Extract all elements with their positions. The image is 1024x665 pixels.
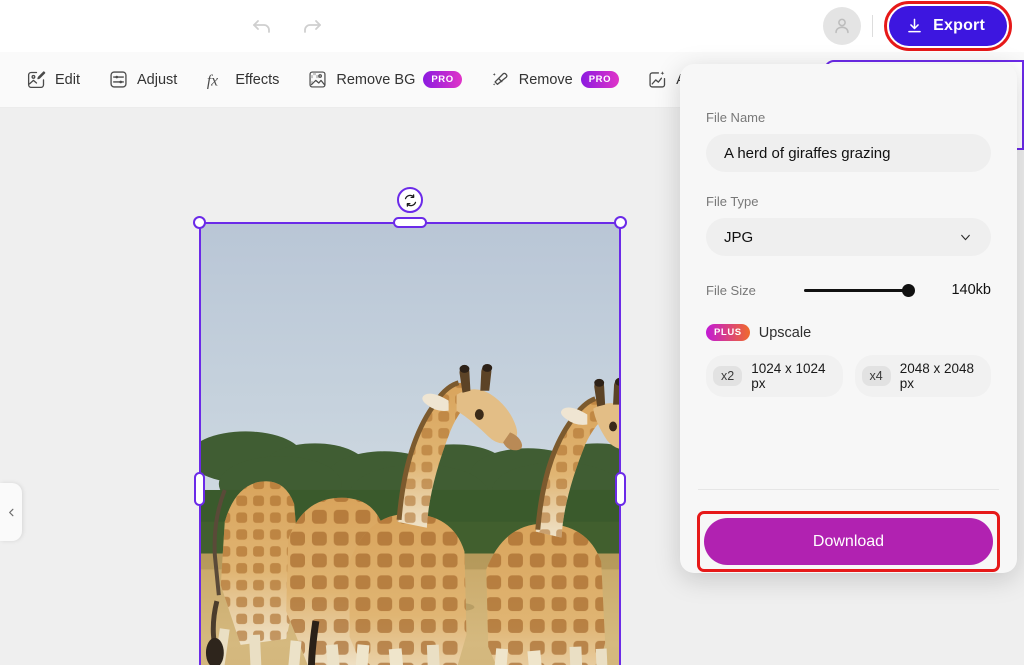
- upscale-label: Upscale: [758, 324, 812, 341]
- tool-remove-bg-label: Remove BG: [336, 71, 416, 88]
- tool-remove-bg[interactable]: Remove BG PRO: [297, 62, 471, 97]
- slider-thumb[interactable]: [902, 283, 915, 297]
- fx-icon: fx: [207, 72, 218, 89]
- file-name-label: File Name: [706, 110, 766, 125]
- pro-badge-remove-bg: PRO: [423, 71, 462, 88]
- file-name-input[interactable]: [706, 134, 991, 172]
- enhance-icon: [649, 71, 666, 88]
- pro-badge-remove: PRO: [580, 71, 620, 88]
- file-type-select[interactable]: JPG: [706, 218, 991, 256]
- magic-eraser-icon: [492, 72, 508, 86]
- tool-adjust-label: Adjust: [137, 71, 178, 88]
- scale-dimensions-x4: 2048 x 2048 px: [899, 361, 975, 391]
- divider: [872, 15, 874, 37]
- edit-image-icon: [27, 71, 46, 89]
- slider-track: [804, 289, 909, 292]
- file-type-value: JPG: [724, 228, 754, 246]
- chevron-left-icon: [8, 508, 13, 516]
- collapse-left-panel-button[interactable]: [0, 483, 22, 541]
- upscale-row: PLUS Upscale: [706, 324, 991, 341]
- export-popover: File Name File Type JPG File Size 140kb: [680, 64, 1017, 573]
- chevron-down-icon: [961, 234, 970, 241]
- resize-handle-right[interactable]: [615, 471, 626, 506]
- resize-handle-top[interactable]: [393, 217, 427, 228]
- popover-divider: [698, 489, 999, 490]
- redo-button[interactable]: [298, 12, 326, 40]
- plus-badge: PLUS: [706, 324, 750, 341]
- scale-options: x2 1024 x 1024 px x4 2048 x 2048 px: [706, 355, 991, 397]
- resize-handle-top-right[interactable]: [614, 216, 627, 229]
- image-editor-app: Export Edit Adjust fx Effects Remove BG …: [0, 0, 1024, 665]
- remove-bg-icon: [309, 71, 326, 88]
- tool-effects[interactable]: fx Effects: [195, 62, 289, 98]
- tool-edit[interactable]: Edit: [16, 62, 90, 97]
- avatar[interactable]: [823, 7, 862, 45]
- tool-edit-label: Edit: [55, 71, 80, 88]
- tool-remove[interactable]: Remove PRO: [480, 62, 629, 97]
- sliders-icon: [110, 71, 127, 88]
- file-size-value: 140kb: [951, 282, 991, 298]
- top-bar-right: Export: [823, 0, 1012, 52]
- scale-factor-x2: x2: [713, 366, 743, 386]
- giraffe-photo: [201, 224, 619, 665]
- export-button-label: Export: [933, 17, 985, 34]
- scale-dimensions-x2: 1024 x 1024 px: [751, 361, 826, 391]
- undo-icon: [253, 20, 270, 33]
- download-icon: [908, 18, 921, 32]
- file-size-row: File Size 140kb: [706, 282, 991, 298]
- file-type-label: File Type: [706, 194, 759, 209]
- resize-handle-top-left[interactable]: [193, 216, 206, 229]
- svg-text:fx: fx: [207, 72, 218, 89]
- resize-handle-left[interactable]: [194, 471, 205, 506]
- scale-option-x2[interactable]: x2 1024 x 1024 px: [706, 355, 843, 397]
- export-button[interactable]: Export: [889, 6, 1007, 46]
- tool-effects-label: Effects: [235, 71, 280, 88]
- tool-remove-label: Remove: [518, 71, 573, 88]
- scale-factor-x4: x4: [861, 366, 891, 386]
- image-selection-frame[interactable]: [193, 187, 627, 665]
- download-highlight: [697, 511, 1000, 572]
- tool-adjust[interactable]: Adjust: [98, 62, 187, 97]
- history-controls: [248, 12, 326, 40]
- file-size-label: File Size: [706, 282, 756, 298]
- undo-button[interactable]: [248, 12, 276, 40]
- canvas-image[interactable]: [201, 224, 619, 665]
- redo-icon: [304, 20, 321, 33]
- rotate-handle[interactable]: [397, 187, 423, 213]
- top-bar: Export: [0, 0, 1024, 52]
- user-icon: [835, 18, 849, 34]
- export-highlight: Export: [884, 1, 1012, 51]
- rotate-icon: [404, 193, 416, 207]
- scale-option-x4[interactable]: x4 2048 x 2048 px: [854, 355, 991, 397]
- file-size-slider[interactable]: [804, 282, 927, 298]
